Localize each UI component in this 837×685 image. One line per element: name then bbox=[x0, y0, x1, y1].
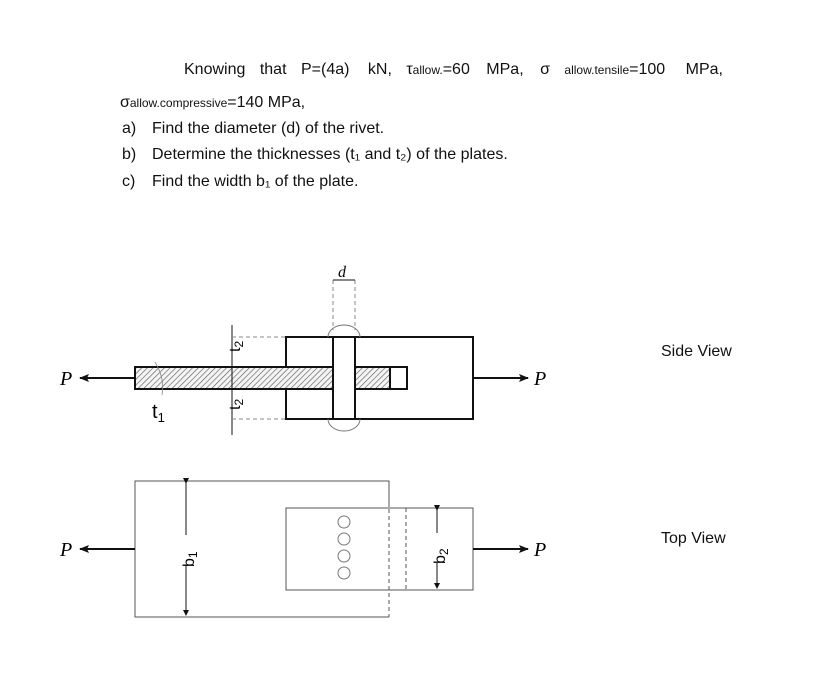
force-label-right-top: P bbox=[533, 539, 546, 561]
rivet-joint-diagram: d t2 t2 t1 P P b1 b2 P P bbox=[59, 264, 546, 618]
side-view: d t2 t2 t1 P P bbox=[59, 264, 546, 435]
rivet-holes bbox=[337, 515, 351, 580]
rivet-hole bbox=[337, 549, 351, 563]
t2-label-bottom: t2 bbox=[227, 399, 246, 410]
force-label-right: P bbox=[533, 368, 546, 390]
rivet-hole bbox=[337, 566, 351, 580]
rivet-diameter-label: d bbox=[338, 264, 347, 281]
force-label-left: P bbox=[59, 368, 72, 390]
force-label-left-top: P bbox=[59, 539, 72, 561]
wide-plate-outline bbox=[134, 480, 390, 618]
inner-plate-end bbox=[389, 366, 408, 390]
rivet-head-bottom bbox=[327, 418, 361, 432]
top-view: b1 b2 P P bbox=[59, 478, 546, 618]
rivet-hole bbox=[337, 515, 351, 529]
rivet-head-top bbox=[327, 324, 361, 338]
rivet-shank bbox=[332, 336, 356, 420]
t1-label: t1 bbox=[152, 401, 165, 425]
rivet-hole bbox=[337, 532, 351, 546]
t2-label-top: t2 bbox=[227, 341, 246, 352]
